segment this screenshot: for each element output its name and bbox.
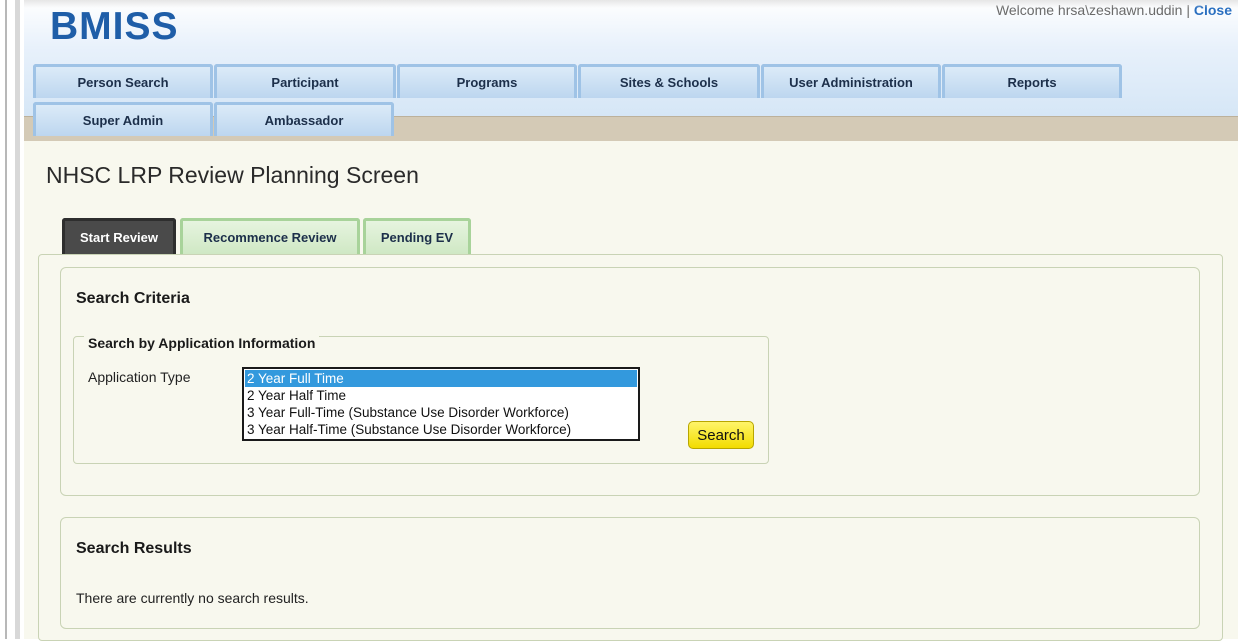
listbox-option[interactable]: 2 Year Full Time	[245, 370, 637, 387]
search-results-title: Search Results	[76, 540, 192, 557]
window-frame-left	[0, 0, 24, 639]
search-results-box: Search Results There are currently no se…	[60, 517, 1200, 629]
nav-tab-reports[interactable]: Reports	[942, 64, 1122, 98]
listbox-option[interactable]: 3 Year Half-Time (Substance Use Disorder…	[245, 421, 637, 438]
listbox-option[interactable]: 3 Year Full-Time (Substance Use Disorder…	[245, 404, 637, 421]
app-header: BMISS Welcome hrsa\zeshawn.uddin | Close	[24, 0, 1238, 118]
nav-tab-sites-schools[interactable]: Sites & Schools	[578, 64, 760, 98]
nav-tab-person-search[interactable]: Person Search	[33, 64, 213, 98]
nav-tab-participant[interactable]: Participant	[214, 64, 396, 98]
nav-tab-programs[interactable]: Programs	[397, 64, 577, 98]
listbox-option[interactable]: 2 Year Half Time	[245, 387, 637, 404]
frame-line	[15, 0, 20, 639]
no-results-message: There are currently no search results.	[76, 590, 309, 606]
page-title: NHSC LRP Review Planning Screen	[46, 162, 419, 188]
app-logo: BMISS	[50, 5, 179, 48]
application-info-legend: Search by Application Information	[84, 335, 320, 351]
tab-pending-ev[interactable]: Pending EV	[363, 218, 471, 254]
app-window: BMISS Welcome hrsa\zeshawn.uddin | Close…	[24, 0, 1238, 641]
window-top-shadow	[24, 0, 1238, 8]
search-criteria-box: Search Criteria Search by Application In…	[60, 267, 1200, 496]
nav-tab-super-admin[interactable]: Super Admin	[33, 102, 213, 136]
tab-recommence-review[interactable]: Recommence Review	[180, 218, 360, 254]
application-type-label: Application Type	[88, 369, 191, 385]
search-criteria-title: Search Criteria	[76, 290, 190, 307]
tab-start-review[interactable]: Start Review	[62, 218, 176, 254]
application-type-listbox[interactable]: 2 Year Full Time 2 Year Half Time 3 Year…	[242, 367, 640, 441]
frame-line	[5, 0, 7, 639]
nav-tab-user-administration[interactable]: User Administration	[761, 64, 941, 98]
tab-content-panel: Search Criteria Search by Application In…	[38, 254, 1223, 641]
search-button[interactable]: Search	[688, 421, 754, 449]
nav-tab-ambassador[interactable]: Ambassador	[214, 102, 394, 136]
application-info-group: Search by Application Information Applic…	[73, 335, 769, 464]
